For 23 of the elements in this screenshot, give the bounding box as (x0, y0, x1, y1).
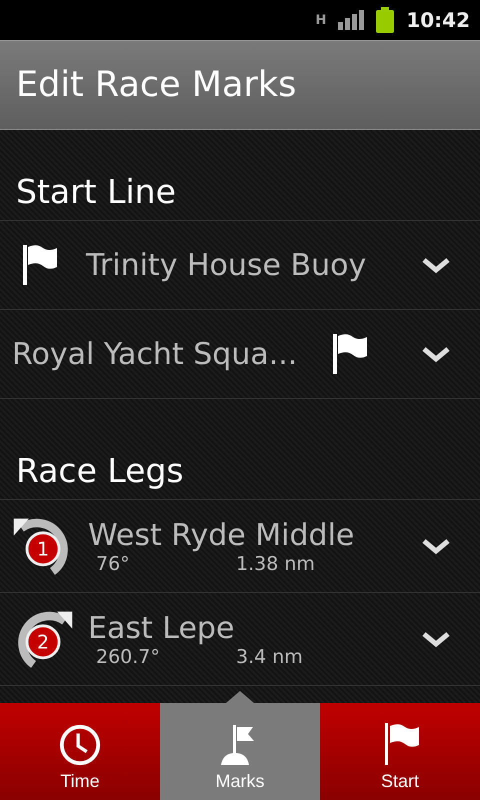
section-header: Start Line (0, 130, 480, 221)
distance-text: 3.4 nm (236, 646, 303, 668)
mark-name: Royal Yacht Squa... (12, 336, 298, 372)
mark-name: West Ryde Middle (88, 518, 356, 552)
clock-icon (58, 723, 102, 767)
signal-icon (338, 10, 364, 30)
bearing-text: 76° (96, 552, 131, 574)
dropdown-chevron-icon[interactable] (422, 537, 450, 555)
network-type-indicator: H (315, 12, 326, 28)
dropdown-chevron-icon[interactable] (422, 630, 450, 648)
dropdown-chevron-icon[interactable] (422, 256, 450, 274)
clock-time: 10:42 (406, 8, 470, 32)
mark-name: East Lepe (88, 610, 236, 646)
section-header: Race Legs (0, 399, 480, 500)
tab[interactable]: Marks (160, 703, 320, 800)
mark-name: Trinity House Buoy (86, 248, 368, 282)
battery-icon (376, 7, 394, 33)
tab[interactable]: Start (320, 703, 480, 800)
distance-text: 1.38 nm (236, 552, 315, 574)
bearing-text: 260.7° (96, 646, 161, 668)
dropdown-chevron-icon[interactable] (422, 345, 450, 363)
screen-title: Edit Race Marks (16, 65, 296, 105)
tab[interactable]: Time (0, 703, 160, 800)
